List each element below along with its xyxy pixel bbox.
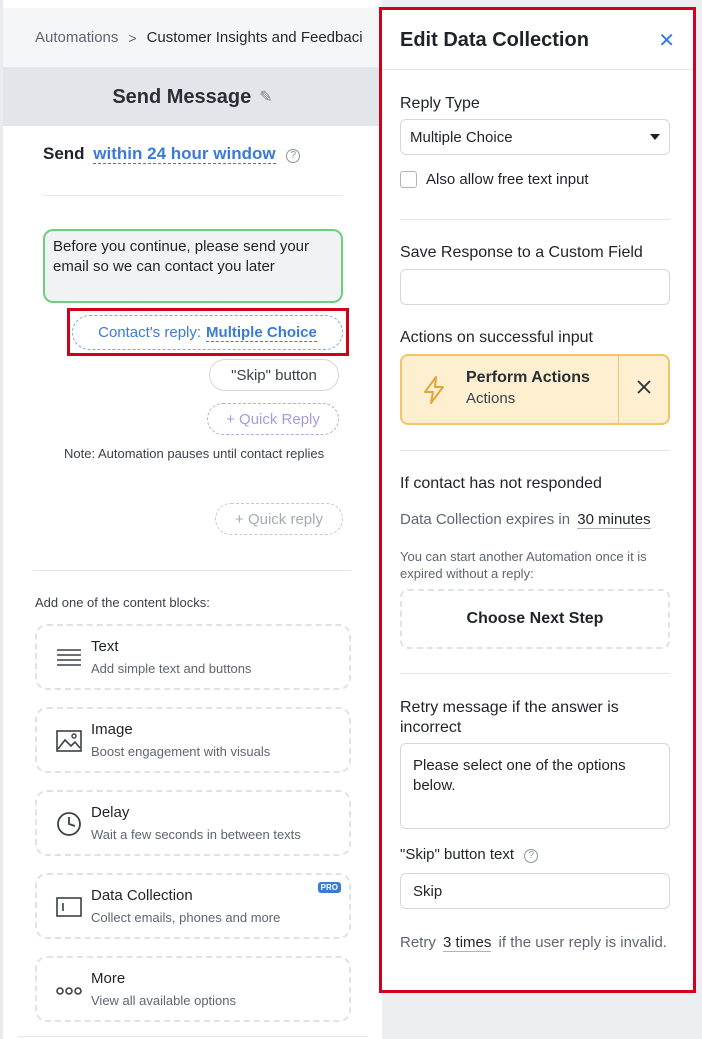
text-lines-icon [57, 649, 81, 666]
contact-reply-chip[interactable]: Contact's reply: Multiple Choice [72, 315, 343, 350]
block-title: Image [91, 721, 133, 738]
more-dots-icon [56, 987, 82, 995]
help-icon[interactable]: ? [286, 149, 301, 163]
custom-field-input[interactable] [400, 269, 670, 305]
reply-prefix: Contact's reply: [98, 324, 202, 341]
block-subtitle: View all available options [91, 993, 237, 1008]
send-window-link[interactable]: within 24 hour window [93, 144, 276, 164]
pro-badge: PRO [317, 882, 341, 893]
block-text[interactable]: Text Add simple text and buttons [35, 624, 351, 690]
retry-message-textarea[interactable]: Please select one of the options below. [400, 743, 670, 829]
no-response-label: If contact has not responded [400, 475, 602, 492]
chevron-down-icon [650, 134, 660, 140]
message-header: Send Message ✎ [3, 68, 382, 126]
block-subtitle: Add simple text and buttons [91, 661, 252, 676]
block-image[interactable]: Image Boost engagement with visuals [35, 707, 351, 773]
breadcrumb-current: Customer Insights and Feedbaci [146, 29, 363, 46]
reply-type-label: Reply Type [400, 95, 480, 112]
retry-prefix: Retry [400, 934, 436, 951]
block-title: Delay [91, 804, 130, 821]
send-label: Send [43, 144, 85, 163]
actions-subtitle: Actions [466, 390, 516, 407]
actions-title: Perform Actions [466, 369, 590, 386]
free-text-checkbox[interactable] [400, 171, 417, 188]
retry-suffix: if the user reply is invalid. [498, 934, 667, 951]
choose-next-step-button[interactable]: Choose Next Step [400, 589, 670, 649]
data-collection-icon [56, 897, 82, 917]
block-subtitle: Wait a few seconds in between texts [91, 827, 301, 842]
expired-note: You can start another Automation once it… [400, 549, 647, 581]
block-title: Data Collection [91, 887, 193, 904]
skip-text-label-row: "Skip" button text ? [400, 846, 539, 863]
skip-text-input[interactable]: Skip [400, 873, 670, 909]
panel-header: Edit Data Collection ✕ [382, 10, 693, 70]
actions-separator [618, 356, 619, 423]
automation-editor: Automations > Customer Insights and Feed… [0, 0, 382, 1039]
block-title: More [91, 970, 126, 987]
message-bubble[interactable]: Before you continue, please send your em… [43, 229, 343, 303]
breadcrumb-root[interactable]: Automations [35, 29, 118, 46]
divider [400, 450, 670, 451]
expires-label: Data Collection expires in [400, 511, 571, 528]
top-strip [3, 0, 382, 8]
perform-actions-card[interactable]: Perform Actions Actions [400, 354, 670, 425]
close-icon[interactable]: ✕ [658, 28, 675, 53]
block-more[interactable]: More View all available options [35, 956, 351, 1022]
content-blocks-heading: Add one of the content blocks: [35, 595, 210, 610]
quick-reply-chip[interactable]: + Quick Reply [207, 403, 339, 435]
divider [18, 1036, 368, 1037]
skip-text-label: "Skip" button text [400, 846, 515, 863]
send-window-row: Send within 24 hour window ? [43, 144, 301, 164]
message-title: Send Message [112, 85, 252, 108]
free-text-label: Also allow free text input [426, 171, 589, 188]
pause-note: Note: Automation pauses until contact re… [64, 446, 325, 461]
block-subtitle: Boost engagement with visuals [91, 744, 271, 759]
quick-reply-button[interactable]: + Quick reply [215, 503, 343, 535]
free-text-option[interactable]: Also allow free text input [400, 171, 589, 188]
block-delay[interactable]: Delay Wait a few seconds in between text… [35, 790, 351, 856]
lightning-icon [424, 376, 444, 404]
save-response-label: Save Response to a Custom Field [400, 244, 643, 261]
block-data-collection[interactable]: Data Collection Collect emails, phones a… [35, 873, 351, 939]
reply-type: Multiple Choice [206, 323, 317, 342]
divider [33, 570, 351, 571]
actions-label: Actions on successful input [400, 329, 593, 346]
divider [43, 195, 343, 196]
divider [400, 673, 670, 674]
expire-row: Data Collection expires in 30 minutes [400, 511, 651, 529]
divider [400, 219, 670, 220]
block-title: Text [91, 638, 119, 655]
breadcrumb: Automations > Customer Insights and Feed… [3, 8, 382, 68]
remove-icon[interactable] [634, 377, 654, 397]
retry-times[interactable]: 3 times [443, 934, 492, 952]
retry-label: Retry message if the answer is incorrect [400, 699, 619, 736]
expires-value[interactable]: 30 minutes [577, 511, 651, 529]
panel-title: Edit Data Collection [400, 29, 589, 51]
image-icon [56, 730, 82, 752]
clock-icon [57, 812, 81, 836]
block-subtitle: Collect emails, phones and more [91, 910, 281, 925]
edit-data-collection-panel: Edit Data Collection ✕ Reply Type Multip… [379, 7, 696, 993]
reply-type-value: Multiple Choice [410, 128, 513, 146]
pencil-icon[interactable]: ✎ [259, 87, 272, 107]
reply-type-select[interactable]: Multiple Choice [400, 119, 670, 155]
skip-button-chip[interactable]: "Skip" button [209, 359, 339, 391]
help-icon[interactable]: ? [524, 849, 539, 863]
retry-row: Retry 3 times if the user reply is inval… [400, 932, 670, 954]
breadcrumb-separator: > [128, 29, 137, 46]
